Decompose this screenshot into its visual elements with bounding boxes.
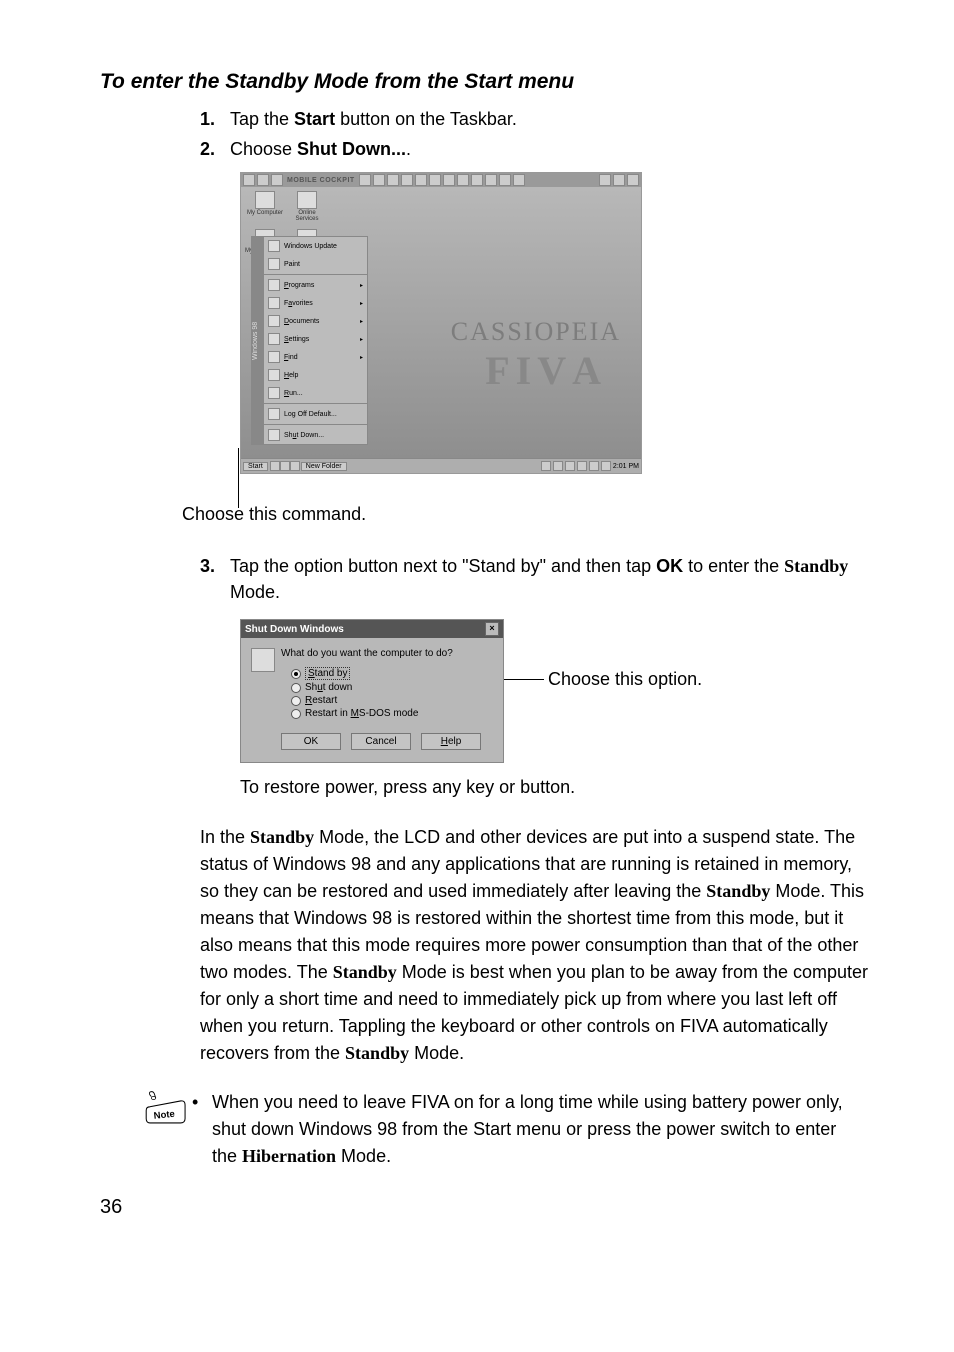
menu-paint: Paint xyxy=(284,261,300,268)
help-button: Help xyxy=(421,733,481,750)
radio-restartdos xyxy=(291,709,301,719)
menu-favorites: Favorites xyxy=(284,300,313,307)
dialog-icon xyxy=(251,648,275,672)
caption-choose-command: Choose this command. xyxy=(182,504,874,525)
start-menu-side: Windows 98 xyxy=(252,237,264,444)
start-menu: Windows 98 Windows Update Paint Programs… xyxy=(251,236,368,445)
menu-documents: Documents xyxy=(284,318,319,325)
step-3: 3. Tap the option button next to "Stand … xyxy=(200,553,874,605)
radio-restart xyxy=(291,696,301,706)
dialog-title: Shut Down Windows xyxy=(245,624,344,635)
menu-run: Run... xyxy=(284,390,303,397)
opt-standby: Stand by xyxy=(305,667,350,680)
caption-choose-option: Choose this option. xyxy=(548,669,702,690)
menu-logoff: Log Off Default... xyxy=(284,411,337,418)
note-icon: Note xyxy=(140,1089,192,1134)
page-number: 36 xyxy=(100,1196,874,1219)
body-paragraph: In the Standby Mode, the LCD and other d… xyxy=(200,824,874,1067)
desktop-icon-label: Online Services xyxy=(295,210,318,222)
radio-standby xyxy=(291,669,301,679)
opt-restart: Restart xyxy=(305,695,337,706)
leader-line xyxy=(504,679,544,680)
cancel-button: Cancel xyxy=(351,733,411,750)
step-text: Mode. xyxy=(230,582,280,602)
desktop-icon-label: My Computer xyxy=(247,210,283,216)
step-1: 1. Tap the Start button on the Taskbar. xyxy=(200,106,874,132)
screenshot-start-menu: MOBILE COCKPIT My Computer Online Servic… xyxy=(240,172,642,474)
radio-shutdown xyxy=(291,683,301,693)
step-text: Tap the xyxy=(230,109,294,129)
step-text: . xyxy=(406,139,411,159)
mobile-cockpit-label: MOBILE COCKPIT xyxy=(287,177,355,184)
start-button: Start xyxy=(243,462,268,471)
step-bold: Start xyxy=(294,109,335,129)
watermark: CASSIOPEIA xyxy=(451,317,621,347)
bullet: • xyxy=(192,1089,212,1170)
watermark-sub: FIVA xyxy=(485,347,601,394)
svg-text:Note: Note xyxy=(153,1109,175,1122)
step-bold: Shut Down... xyxy=(297,139,406,159)
caption-restore: To restore power, press any key or butto… xyxy=(240,777,874,798)
step-text: Choose xyxy=(230,139,297,159)
step-serif: Standby xyxy=(784,556,848,576)
step-num: 2. xyxy=(200,136,230,162)
top-toolbar: MOBILE COCKPIT xyxy=(241,173,641,188)
taskbar: Start New Folder 2:01 PM xyxy=(241,458,641,473)
opt-restartdos: Restart in MS-DOS mode xyxy=(305,708,418,719)
menu-windows-update: Windows Update xyxy=(284,243,337,250)
taskbar-button: New Folder xyxy=(301,462,347,471)
step-num: 3. xyxy=(200,553,230,605)
menu-programs: Programs xyxy=(284,282,314,289)
note-text: When you need to leave FIVA on for a lon… xyxy=(212,1089,874,1170)
close-icon: × xyxy=(485,622,499,636)
menu-help: Help xyxy=(284,372,298,379)
opt-shutdown: Shut down xyxy=(305,682,352,693)
screenshot-shutdown-dialog: Shut Down Windows × What do you want the… xyxy=(240,619,504,763)
section-heading: To enter the Standby Mode from the Start… xyxy=(100,70,874,94)
menu-settings: Settings xyxy=(284,336,309,343)
step-bold: OK xyxy=(656,556,683,576)
leader-line xyxy=(238,448,239,508)
taskbar-clock: 2:01 PM xyxy=(613,463,639,470)
dialog-question: What do you want the computer to do? xyxy=(281,648,493,659)
step-num: 1. xyxy=(200,106,230,132)
step-text: to enter the xyxy=(683,556,784,576)
step-2: 2. Choose Shut Down.... xyxy=(200,136,874,162)
step-text: button on the Taskbar. xyxy=(335,109,517,129)
menu-shutdown: Shut Down... xyxy=(284,432,324,439)
ok-button: OK xyxy=(281,733,341,750)
step-text: Tap the option button next to "Stand by"… xyxy=(230,556,656,576)
menu-find: Find xyxy=(284,354,298,361)
